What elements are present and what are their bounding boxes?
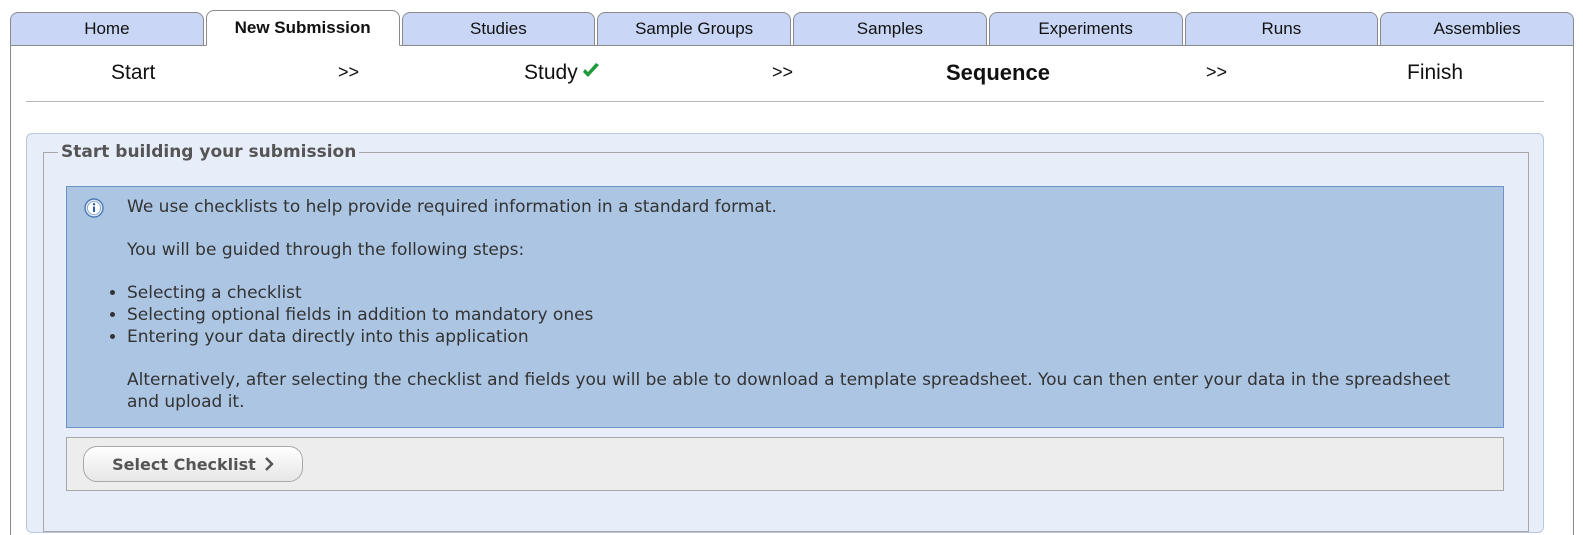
tab-experiments[interactable]: Experiments bbox=[988, 12, 1183, 46]
tab-home[interactable]: Home bbox=[10, 12, 204, 46]
tab-samples[interactable]: Samples bbox=[793, 12, 987, 46]
tab-sample-groups[interactable]: Sample Groups bbox=[597, 12, 791, 46]
tab-studies[interactable]: Studies bbox=[401, 12, 596, 46]
tab-assemblies[interactable]: Assemblies bbox=[1380, 12, 1574, 46]
main-tabs: Home New Submission Studies Sample Group… bbox=[10, 10, 1574, 46]
tab-new-submission[interactable]: New Submission bbox=[205, 10, 400, 46]
tab-runs[interactable]: Runs bbox=[1184, 12, 1379, 46]
tab-content-frame bbox=[10, 45, 1574, 535]
